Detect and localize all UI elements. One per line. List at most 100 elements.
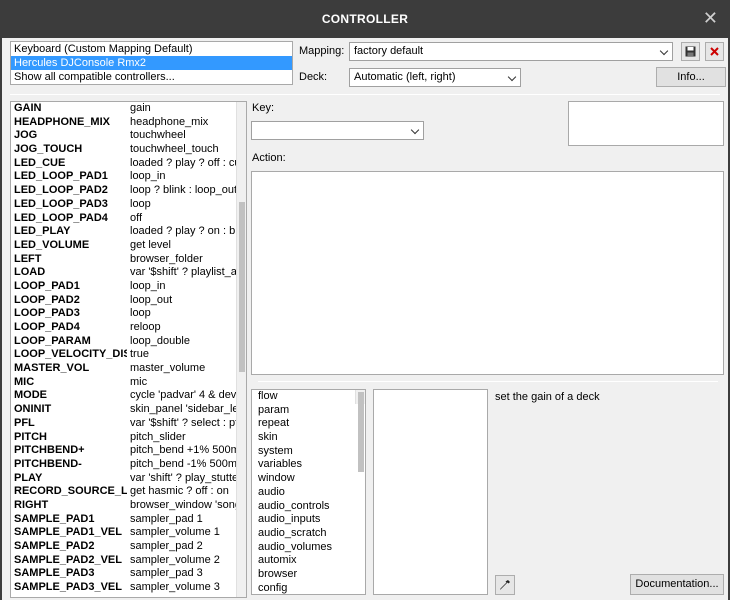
- list-item[interactable]: param: [255, 404, 365, 418]
- list-item[interactable]: audio_scratch: [255, 527, 365, 541]
- table-row[interactable]: PITCH pitch_slider: [11, 431, 246, 445]
- mapping-key: JOG_TOUCH: [14, 143, 83, 156]
- mapping-list[interactable]: GAIN gain HEADPHONE_MIX headphone_mix JOG tou…: [10, 101, 247, 598]
- mapping-key: LOOP_VELOCITY_DISA: [14, 348, 127, 361]
- mapping-key: MODE: [14, 389, 47, 402]
- table-row[interactable]: LOOP_PARAM loop_double: [11, 335, 246, 349]
- table-row[interactable]: LOOP_PAD1 loop_in: [11, 280, 246, 294]
- table-row[interactable]: LOAD var '$shift' ? playlist_ac: [11, 266, 246, 280]
- table-row[interactable]: LED_CUE loaded ? play ? off : cu: [11, 157, 246, 171]
- mapping-action: loop_out: [130, 293, 173, 306]
- info-button[interactable]: Info...: [656, 67, 726, 87]
- table-row[interactable]: LED_LOOP_PAD2 loop ? blink : loop_out: [11, 184, 246, 198]
- table-row[interactable]: MIC mic: [11, 376, 246, 390]
- table-row[interactable]: LED_PLAY loaded ? play ? on : bli: [11, 225, 246, 239]
- table-row[interactable]: LOOP_VELOCITY_DISA true: [11, 348, 246, 362]
- list-item[interactable]: audio_inputs: [255, 513, 365, 527]
- mapping-key: SAMPLE_PAD1: [14, 512, 95, 525]
- table-row[interactable]: LED_LOOP_PAD4 off: [11, 212, 246, 226]
- table-row[interactable]: GAIN gain: [11, 102, 246, 116]
- table-row[interactable]: HEADPHONE_MIX headphone_mix: [11, 116, 246, 130]
- list-item[interactable]: audio_volumes: [255, 541, 365, 555]
- table-row[interactable]: PITCHBEND+ pitch_bend +1% 500m: [11, 444, 246, 458]
- mapping-action: pitch_slider: [130, 430, 186, 443]
- table-row[interactable]: SAMPLE_PAD1_VEL sampler_volume 1: [11, 526, 246, 540]
- category-list[interactable]: flow param repeat skin system variables window…: [251, 389, 366, 595]
- verb-list[interactable]: [373, 389, 488, 595]
- table-row[interactable]: SAMPLE_PAD3_VEL sampler_volume 3: [11, 581, 246, 595]
- mapping-action: pitch_bend -1% 500m: [130, 457, 236, 470]
- table-row[interactable]: SAMPLE_PAD3 sampler_pad 3: [11, 567, 246, 581]
- table-row[interactable]: LOOP_PAD4 reloop: [11, 321, 246, 335]
- table-row[interactable]: PLAY var 'shift' ? play_stutter: [11, 472, 246, 486]
- device-item[interactable]: Show all compatible controllers...: [11, 70, 292, 84]
- list-item[interactable]: audio_controls: [255, 500, 365, 514]
- mapping-action: loop ? blink : loop_out: [130, 184, 236, 197]
- table-row[interactable]: JOG touchwheel: [11, 129, 246, 143]
- mapping-key: SAMPLE_PAD2_VEL: [14, 553, 122, 566]
- action-description: set the gain of a deck: [495, 391, 600, 403]
- mapping-action: sampler_pad 1: [130, 512, 203, 525]
- table-row[interactable]: RIGHT browser_window 'song: [11, 499, 246, 513]
- mapping-action: true: [130, 348, 149, 361]
- save-button[interactable]: [681, 42, 700, 61]
- table-row[interactable]: PITCHBEND-pitch_bend -1% 500m: [11, 458, 246, 472]
- table-row[interactable]: SAMPLE_PAD2 sampler_pad 2: [11, 540, 246, 554]
- action-editor[interactable]: [251, 171, 724, 375]
- mapping-key: MIC: [14, 375, 35, 388]
- mapping-action: loop: [130, 197, 151, 210]
- table-row[interactable]: LOOP_PAD2 loop_out: [11, 294, 246, 308]
- mapping-action: loaded ? play ? off : cu: [130, 156, 236, 169]
- table-row[interactable]: JOG_TOUCH touchwheel_touch: [11, 143, 246, 157]
- table-row[interactable]: LOOP_PAD3 loop: [11, 307, 246, 321]
- list-item[interactable]: skin: [255, 431, 365, 445]
- mapping-key: SAMPLE_PAD3_VEL: [14, 581, 122, 594]
- table-row[interactable]: PFL var '$shift' ? select : pfl: [11, 417, 246, 431]
- close-icon[interactable]: ✕: [703, 8, 718, 29]
- device-item[interactable]: Keyboard (Custom Mapping Default): [11, 42, 292, 56]
- deck-label: Deck:: [299, 71, 328, 83]
- device-list[interactable]: Keyboard (Custom Mapping Default) Hercul…: [10, 41, 293, 85]
- dialog-body: Keyboard (Custom Mapping Default) Hercul…: [2, 38, 728, 600]
- mapping-key: MASTER_VOL: [14, 362, 90, 375]
- list-item[interactable]: config: [255, 582, 365, 594]
- table-row[interactable]: ONINIT skin_panel 'sidebar_le: [11, 403, 246, 417]
- mapping-action: var 'shift' ? play_stutter: [130, 471, 236, 484]
- mapping-key: JOG: [14, 129, 38, 142]
- mapping-select[interactable]: factory default: [349, 42, 673, 61]
- scrollbar-thumb[interactable]: [358, 392, 364, 472]
- mapping-key: LOAD: [14, 266, 46, 279]
- mapping-key: RIGHT: [14, 498, 49, 511]
- table-row[interactable]: RECORD_SOURCE_LINIget hasmic ? off : on: [11, 485, 246, 499]
- table-row[interactable]: SAMPLE_PAD2_VEL sampler_volume 2: [11, 554, 246, 568]
- table-row[interactable]: LED_LOOP_PAD3 loop: [11, 198, 246, 212]
- mapping-key: SAMPLE_PAD2: [14, 540, 95, 552]
- list-item[interactable]: window: [255, 472, 365, 486]
- list-item[interactable]: browser: [255, 568, 365, 582]
- table-row[interactable]: MASTER_VOL master_volume: [11, 362, 246, 376]
- list-item[interactable]: repeat: [255, 417, 365, 431]
- list-item[interactable]: variables: [255, 458, 365, 472]
- list-item[interactable]: automix: [255, 554, 365, 568]
- table-row[interactable]: MODE cycle 'padvar' 4 & devic: [11, 389, 246, 403]
- scrollbar-thumb[interactable]: [239, 202, 245, 372]
- table-row[interactable]: LED_VOLUME get level: [11, 239, 246, 253]
- device-item-selected[interactable]: Hercules DJConsole Rmx2: [11, 56, 292, 70]
- table-row[interactable]: LED_LOOP_PAD1 loop_in: [11, 170, 246, 184]
- mapping-scrollbar[interactable]: [236, 102, 246, 597]
- category-scrollbar[interactable]: [355, 390, 365, 472]
- documentation-button[interactable]: Documentation...: [630, 574, 724, 595]
- list-item[interactable]: system: [255, 445, 365, 459]
- action-label: Action:: [252, 152, 286, 164]
- mapping-label: Mapping:: [299, 45, 345, 57]
- picker-button[interactable]: [495, 575, 515, 595]
- list-item[interactable]: audio: [255, 486, 365, 500]
- table-row[interactable]: LEFT browser_folder: [11, 253, 246, 267]
- list-item[interactable]: flow: [255, 390, 365, 404]
- deck-select[interactable]: Automatic (left, right): [349, 68, 521, 87]
- title-bar: CONTROLLER ✕: [0, 0, 730, 38]
- key-select[interactable]: [251, 121, 424, 140]
- mapping-action: pitch_bend +1% 500m: [130, 444, 236, 457]
- table-row[interactable]: SAMPLE_PAD1 sampler_pad 1: [11, 513, 246, 527]
- delete-button[interactable]: [705, 42, 724, 61]
